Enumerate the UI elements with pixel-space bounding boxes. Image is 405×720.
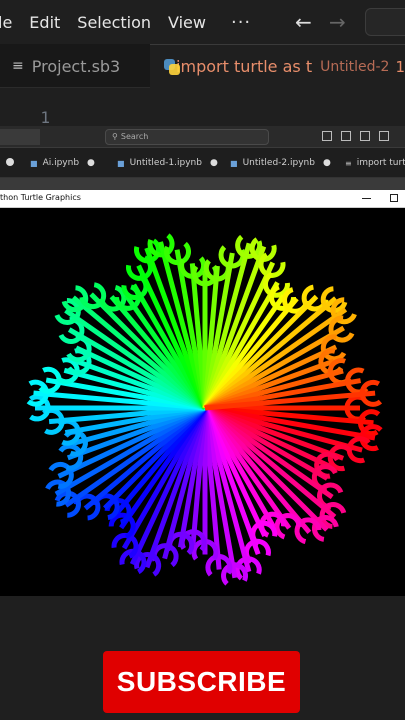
tab-label: Ai.ipynb (42, 158, 80, 168)
python-icon (164, 58, 180, 75)
layout-panel-icon[interactable] (341, 131, 351, 141)
python-list-icon: ≡ (345, 158, 352, 168)
turtle-canvas (0, 208, 405, 596)
tab-label: Project.sb3 (31, 56, 121, 76)
modified-dot: ● (209, 158, 218, 168)
notebook-icon: ■ (117, 158, 125, 168)
menu-selection[interactable]: Selection (77, 13, 151, 32)
editor-tabs: ≡ Project.sb3 import turtle as t Untitle… (0, 44, 405, 88)
tab-label: Untitled-1.ipynb (129, 158, 202, 168)
layout-customize-icon[interactable] (379, 131, 389, 141)
search-input[interactable]: ⚲ Search (105, 129, 269, 145)
more-menu-icon[interactable]: ··· (231, 12, 251, 33)
second-window-titlebar: ⚲ Search (0, 126, 405, 148)
notebook-icon: ■ (230, 158, 238, 168)
code-line: 2 import colorsys (0, 113, 405, 126)
problem-count: 1 (395, 57, 405, 76)
modified-dot: ● (87, 158, 95, 168)
tab-untitled-2[interactable]: import turtle as t Untitled-2 1 (150, 44, 405, 88)
code-editor[interactable]: 1 import turtle as t 2 import colorsys (0, 88, 405, 126)
tab-label: Untitled-2.ipynb (242, 158, 315, 168)
search-placeholder: Search (120, 132, 149, 141)
tab-import-turtle[interactable]: ≡ import turt (345, 148, 405, 178)
notebook-icon: ■ (30, 158, 38, 168)
tab-label: import turt (356, 158, 405, 168)
maximize-icon[interactable] (390, 194, 398, 202)
subscribe-button[interactable]: SUBSCRIBE (103, 651, 300, 713)
tab-description: Untitled-2 (320, 58, 390, 75)
code-line: 1 import turtle as t (0, 89, 405, 126)
tab-ai-ipynb[interactable]: ■ Ai.ipynb ● (30, 148, 95, 178)
menu-file[interactable]: le (0, 13, 12, 32)
divider (0, 178, 405, 190)
modified-dot: ● (322, 158, 331, 168)
unsaved-dot-icon (6, 158, 14, 166)
back-arrow-icon[interactable]: ← (295, 10, 312, 34)
layout-sidebar-icon[interactable] (322, 131, 332, 141)
menu-view[interactable]: View (168, 13, 206, 32)
menu-edit[interactable]: Edit (29, 13, 60, 32)
search-icon: ⚲ (112, 132, 118, 141)
tab-label: import turtle as t (176, 57, 313, 76)
tab-project-sb3[interactable]: ≡ Project.sb3 (0, 44, 150, 88)
turtle-window-titlebar: thon Turtle Graphics (0, 190, 405, 208)
settings-file-icon: ≡ (12, 58, 24, 74)
command-center[interactable] (365, 8, 405, 36)
turtle-drawing (26, 233, 383, 586)
menu-stub (0, 129, 40, 145)
minimize-icon[interactable] (362, 198, 371, 199)
forward-arrow-icon[interactable]: → (329, 10, 346, 34)
tab-untitled-1-ipynb[interactable]: ■ Untitled-1.ipynb ● (117, 148, 218, 178)
tab-untitled-2-ipynb[interactable]: ■ Untitled-2.ipynb ● (230, 148, 331, 178)
notebook-tabs: ■ Ai.ipynb ● ■ Untitled-1.ipynb ● ■ Unti… (0, 148, 405, 178)
turtle-window-title: thon Turtle Graphics (0, 193, 81, 202)
layout-secondary-icon[interactable] (360, 131, 370, 141)
